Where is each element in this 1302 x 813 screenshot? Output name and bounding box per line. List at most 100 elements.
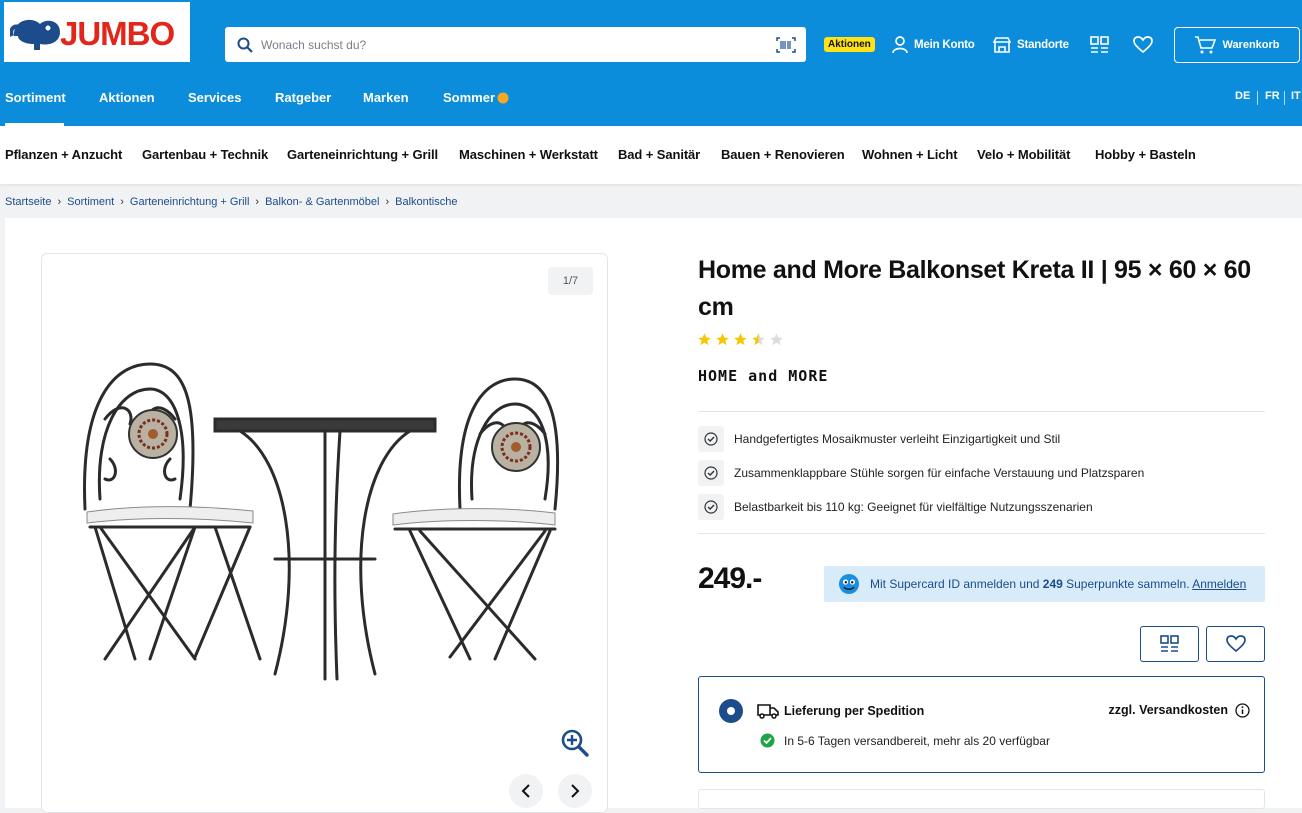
shipping-cost-label: zzgl. Versandkosten	[1108, 703, 1228, 717]
chevron-right-icon: ›	[120, 196, 124, 208]
availability-text: In 5-6 Tagen versandbereit, mehr als 20 …	[784, 734, 1050, 748]
breadcrumb: Startseite › Sortiment › Garteneinrichtu…	[5, 196, 457, 208]
jumbo-logo[interactable]: JUMBO	[4, 2, 190, 62]
supercard-prefix: Mit Supercard ID anmelden und	[870, 577, 1043, 591]
feature-text: Zusammenklappbare Stühle sorgen für einf…	[734, 466, 1145, 480]
feature-text: Belastbarkeit bis 110 kg: Geeignet für v…	[734, 500, 1093, 514]
product-title: Home and More Balkonset Kreta II | 95 × …	[698, 256, 1251, 321]
chevron-right-icon: ›	[255, 196, 260, 208]
product-price: 249.-	[698, 562, 762, 595]
chevron-right-icon: ›	[385, 196, 390, 208]
available-check-icon	[760, 733, 775, 748]
store-icon	[993, 37, 1011, 53]
lang-de[interactable]: DE	[1235, 90, 1250, 102]
previous-image-button[interactable]	[509, 774, 543, 808]
rating-stars[interactable]	[697, 332, 784, 347]
delivery-option-card[interactable]: Lieferung per Spedition zzgl. Versandkos…	[698, 676, 1265, 773]
supercard-suffix: Superpunkte sammeln.	[1062, 577, 1193, 591]
supercard-text: Mit Supercard ID anmelden und 249 Superp…	[870, 577, 1246, 591]
nav-services[interactable]: Services	[188, 82, 248, 126]
lang-fr[interactable]: FR	[1265, 90, 1280, 102]
search-input[interactable]	[261, 27, 761, 62]
star-full-icon	[698, 333, 711, 346]
nav-aktionen[interactable]: Aktionen	[99, 82, 159, 126]
category-maschinen[interactable]: Maschinen + Werkstatt	[459, 147, 598, 162]
stores-link[interactable]: Standorte	[993, 30, 1069, 60]
chevron-right-icon: ›	[57, 196, 62, 208]
pickup-option-card[interactable]	[698, 789, 1265, 809]
star-empty-icon	[770, 333, 783, 346]
header-bar: JUMBO Aktionen Mein Konto Standorte	[0, 0, 1302, 126]
image-counter: 1/7	[548, 267, 593, 295]
zoom-in-icon[interactable]	[560, 728, 590, 758]
category-wohnen[interactable]: Wohnen + Licht	[862, 147, 958, 162]
lang-divider	[1257, 91, 1258, 105]
breadcrumb-item[interactable]: Startseite	[5, 196, 51, 208]
supercard-mascot-icon	[839, 574, 859, 594]
category-gartenbau[interactable]: Gartenbau + Technik	[142, 147, 268, 162]
compare-icon[interactable]	[1090, 36, 1110, 54]
next-image-button[interactable]	[558, 774, 592, 808]
feature-item: Belastbarkeit bis 110 kg: Geeignet für v…	[698, 494, 1093, 520]
divider	[698, 533, 1265, 534]
check-circle-icon	[698, 494, 724, 520]
feature-item: Zusammenklappbare Stühle sorgen für einf…	[698, 460, 1144, 486]
category-navigation: Pflanzen + Anzucht Gartenbau + Technik G…	[0, 126, 1302, 184]
category-bauen[interactable]: Bauen + Renovieren	[721, 147, 845, 162]
breadcrumb-item[interactable]: Sortiment	[67, 196, 114, 208]
search-bar[interactable]	[225, 27, 806, 62]
logo-wordmark: JUMBO	[60, 15, 175, 52]
account-link[interactable]: Mein Konto	[892, 30, 975, 60]
breadcrumb-item[interactable]: Balkontische	[395, 196, 457, 208]
search-icon[interactable]	[237, 37, 253, 53]
category-bad[interactable]: Bad + Sanitär	[618, 147, 700, 162]
supercard-banner: Mit Supercard ID anmelden und 249 Superp…	[824, 566, 1265, 602]
account-label: Mein Konto	[914, 39, 975, 51]
feature-item: Handgefertigtes Mosaikmuster verleiht Ei…	[698, 426, 1060, 452]
nav-sommer[interactable]: Sommer	[443, 82, 495, 126]
star-half-icon	[752, 333, 765, 346]
check-circle-icon	[698, 460, 724, 486]
compare-icon	[1159, 635, 1179, 652]
cart-icon	[1195, 36, 1217, 54]
supercard-login-link[interactable]: Anmelden	[1192, 577, 1246, 591]
brand-logo[interactable]: HOME and MORE	[698, 367, 828, 385]
elephant-logo-icon	[10, 19, 60, 50]
heart-icon	[1225, 635, 1246, 653]
sun-icon	[497, 92, 509, 104]
supercard-points: 249	[1042, 577, 1063, 591]
nav-sortiment[interactable]: Sortiment	[5, 82, 66, 126]
info-icon[interactable]	[1235, 703, 1250, 718]
lang-it[interactable]: IT	[1291, 90, 1301, 102]
delivery-title: Lieferung per Spedition	[784, 704, 925, 718]
nav-ratgeber[interactable]: Ratgeber	[275, 82, 335, 126]
star-full-icon	[734, 333, 747, 346]
star-full-icon	[716, 333, 729, 346]
breadcrumb-item[interactable]: Balkon- & Gartenmöbel	[265, 196, 379, 208]
add-to-wishlist-button[interactable]	[1206, 626, 1265, 662]
category-velo[interactable]: Velo + Mobilität	[977, 147, 1070, 162]
nav-marken[interactable]: Marken	[363, 82, 413, 126]
product-image-gallery[interactable]	[41, 253, 608, 813]
wishlist-heart-icon[interactable]	[1133, 36, 1153, 54]
divider	[698, 411, 1265, 412]
compare-button[interactable]	[1140, 626, 1199, 662]
barcode-scanner-icon[interactable]	[776, 37, 796, 53]
user-icon	[892, 36, 908, 54]
stores-label: Standorte	[1017, 39, 1069, 51]
chevron-left-icon	[521, 784, 530, 798]
lang-divider	[1284, 91, 1285, 105]
check-circle-icon	[698, 426, 724, 452]
feature-text: Handgefertigtes Mosaikmuster verleiht Ei…	[734, 432, 1061, 446]
cart-button[interactable]: Warenkorb	[1174, 27, 1300, 63]
truck-icon	[757, 704, 779, 719]
delivery-radio-selected[interactable]	[719, 699, 743, 723]
aktionen-badge[interactable]: Aktionen	[824, 37, 875, 52]
product-image	[83, 362, 560, 681]
cart-label: Warenkorb	[1222, 39, 1280, 51]
category-hobby[interactable]: Hobby + Basteln	[1095, 147, 1196, 162]
chevron-right-icon	[571, 784, 580, 798]
breadcrumb-item[interactable]: Garteneinrichtung + Grill	[130, 196, 250, 208]
category-garteneinrichtung[interactable]: Garteneinrichtung + Grill	[287, 147, 438, 162]
category-pflanzen[interactable]: Pflanzen + Anzucht	[5, 147, 122, 162]
